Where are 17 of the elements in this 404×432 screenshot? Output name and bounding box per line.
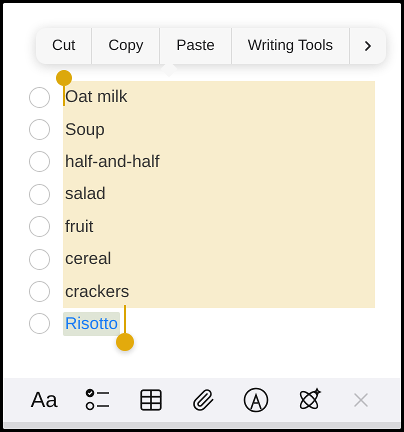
selection-end-handle[interactable]: [116, 305, 134, 351]
menu-item[interactable]: Copy: [91, 28, 160, 64]
item-text: salad: [64, 183, 107, 206]
menu-item[interactable]: Writing Tools: [230, 28, 350, 64]
checklist-icon[interactable]: [84, 388, 111, 412]
pen-tip-icon[interactable]: [242, 387, 269, 413]
item-text: fruit: [64, 216, 94, 238]
format-button[interactable]: Aa: [30, 389, 58, 411]
table-icon[interactable]: [138, 387, 164, 413]
item-text: cereal: [64, 248, 112, 270]
item-text: Oat milk: [64, 86, 128, 108]
item-text: half-and-half: [64, 150, 161, 173]
item-text: Risotto: [63, 312, 120, 336]
item-text: Soup: [64, 118, 106, 141]
item-text: crackers: [64, 280, 130, 303]
menu-item[interactable]: Cut: [36, 28, 92, 64]
paperclip-icon[interactable]: [191, 388, 216, 412]
